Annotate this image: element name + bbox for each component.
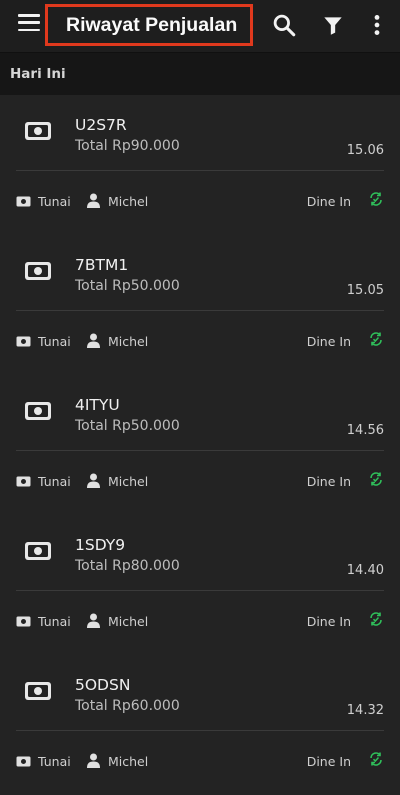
payment-method: Tunai: [38, 754, 71, 769]
section-label-today: Hari Ini: [10, 66, 66, 82]
order-type: Dine In: [306, 754, 351, 769]
divider: [16, 310, 384, 311]
transaction-card[interactable]: 7BTM1 Total Rp50.000 15.05 Tunai Michel …: [0, 235, 400, 375]
transaction-time: 14.56: [346, 423, 384, 438]
user-icon: [87, 333, 100, 348]
user-icon: [87, 193, 100, 208]
transaction-code: 5ODSN: [75, 676, 131, 694]
divider: [16, 450, 384, 451]
transaction-total: Total Rp60.000: [75, 698, 180, 714]
payment-method: Tunai: [38, 194, 71, 209]
cashier-name: Michel: [108, 754, 149, 769]
order-type: Dine In: [306, 334, 351, 349]
user-icon: [87, 473, 100, 488]
payment-method: Tunai: [38, 474, 71, 489]
money-icon: [25, 402, 51, 420]
sync-icon: [370, 612, 382, 626]
user-icon: [87, 753, 100, 768]
money-icon: [16, 196, 31, 207]
sync-icon: [370, 332, 382, 346]
transaction-time: 14.32: [346, 703, 384, 718]
sync-icon: [370, 192, 382, 206]
search-icon[interactable]: [271, 12, 297, 38]
money-icon: [25, 682, 51, 700]
divider: [16, 170, 384, 171]
transaction-time: 15.06: [346, 143, 384, 158]
transaction-total: Total Rp50.000: [75, 418, 180, 434]
transaction-total: Total Rp50.000: [75, 278, 180, 294]
cashier-name: Michel: [108, 614, 149, 629]
cashier-name: Michel: [108, 474, 149, 489]
money-icon: [16, 336, 31, 347]
transaction-card[interactable]: 1SDY9 Total Rp80.000 14.40 Tunai Michel …: [0, 515, 400, 655]
payment-method: Tunai: [38, 614, 71, 629]
transaction-code: U2S7R: [75, 116, 127, 134]
divider: [16, 730, 384, 731]
money-icon: [25, 542, 51, 560]
transaction-time: 14.40: [346, 563, 384, 578]
money-icon: [16, 616, 31, 627]
sync-icon: [370, 752, 382, 766]
user-icon: [87, 613, 100, 628]
money-icon: [25, 262, 51, 280]
payment-method: Tunai: [38, 334, 71, 349]
money-icon: [16, 476, 31, 487]
transaction-card[interactable]: 4ITYU Total Rp50.000 14.56 Tunai Michel …: [0, 375, 400, 515]
order-type: Dine In: [306, 194, 351, 209]
money-icon: [16, 756, 31, 767]
transaction-card[interactable]: 5ODSN Total Rp60.000 14.32 Tunai Michel …: [0, 655, 400, 795]
transaction-code: 7BTM1: [75, 256, 129, 274]
filter-icon[interactable]: [320, 12, 346, 38]
app-bar: Riwayat Penjualan: [0, 0, 400, 53]
cashier-name: Michel: [108, 194, 149, 209]
more-vertical-icon[interactable]: [364, 12, 390, 38]
money-icon: [25, 122, 51, 140]
transaction-code: 1SDY9: [75, 536, 126, 554]
order-type: Dine In: [306, 474, 351, 489]
divider: [16, 590, 384, 591]
menu-icon[interactable]: [18, 14, 40, 34]
transaction-card[interactable]: U2S7R Total Rp90.000 15.06 Tunai Michel …: [0, 95, 400, 235]
page-title: Riwayat Penjualan: [66, 14, 238, 36]
transaction-total: Total Rp80.000: [75, 558, 180, 574]
sync-icon: [370, 472, 382, 486]
transaction-code: 4ITYU: [75, 396, 120, 414]
transaction-total: Total Rp90.000: [75, 138, 180, 154]
order-type: Dine In: [306, 614, 351, 629]
title-highlight: Riwayat Penjualan: [45, 4, 253, 46]
cashier-name: Michel: [108, 334, 149, 349]
transaction-time: 15.05: [346, 283, 384, 298]
